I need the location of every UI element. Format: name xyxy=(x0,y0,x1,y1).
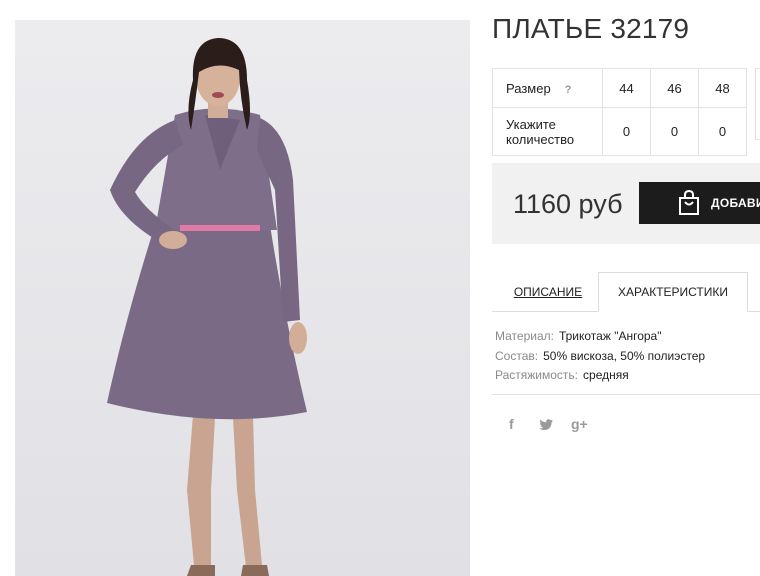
google-plus-icon[interactable]: g+ xyxy=(571,416,588,432)
add-to-cart-label: ДОБАВИТЬ xyxy=(711,196,760,210)
spec-value: Трикотаж "Ангора" xyxy=(558,329,662,343)
size-46: 46 xyxy=(650,68,699,108)
dress-illustration xyxy=(15,20,470,576)
size-44: 44 xyxy=(602,68,651,108)
add-to-cart-button[interactable]: ДОБАВИТЬ xyxy=(639,182,760,224)
tab-characteristics[interactable]: ХАРАКТЕРИСТИКИ xyxy=(598,272,748,312)
divider xyxy=(492,394,760,395)
size-help-icon[interactable]: ? xyxy=(565,84,572,96)
twitter-icon[interactable] xyxy=(539,418,553,434)
size-label-cell: Размер? xyxy=(492,68,603,108)
spec-key: Состав: xyxy=(495,348,539,363)
tab-description[interactable]: ОПИСАНИЕ xyxy=(500,272,596,312)
spec-row-composition: Состав: 50% вискоза, 50% полиэстер xyxy=(495,347,705,367)
spec-row-stretch: Растяжимость: средняя xyxy=(495,366,705,386)
quantity-label: Укажите количество xyxy=(492,107,603,156)
quantity-input-46[interactable]: 0 xyxy=(650,107,699,156)
quantity-input-48[interactable]: 0 xyxy=(698,107,747,156)
product-title: ПЛАТЬЕ 32179 xyxy=(492,13,690,44)
facebook-icon[interactable]: f xyxy=(509,416,514,432)
size-label: Размер xyxy=(506,80,551,96)
quantity-input-44[interactable]: 0 xyxy=(602,107,651,156)
twitter-bird-icon xyxy=(539,419,553,430)
shopping-bag-icon xyxy=(679,190,699,215)
side-panel-edge xyxy=(755,68,760,140)
specs-list: Материал: Трикотаж "Ангора" Состав: 50% ви… xyxy=(495,327,705,386)
size-48: 48 xyxy=(698,68,747,108)
spec-value: 50% вискоза, 50% полиэстер xyxy=(543,348,706,363)
size-table: Размер? 44 46 48 Укажите количество 0 0 … xyxy=(492,68,747,156)
spec-row-material: Материал: Трикотаж "Ангора" xyxy=(495,327,705,347)
spec-key: Материал: xyxy=(495,329,554,343)
price-value: 1160 руб xyxy=(513,189,623,219)
price-box: 1160 руб ДОБАВИТЬ xyxy=(492,163,760,244)
spec-value: средняя xyxy=(583,368,629,382)
spec-key: Растяжимость: xyxy=(495,368,579,382)
product-photo[interactable] xyxy=(15,20,470,576)
